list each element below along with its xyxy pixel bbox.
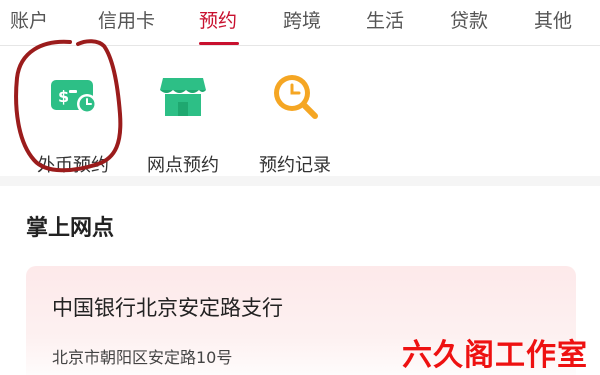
active-tab-indicator (199, 42, 239, 45)
section-title: 掌上网点 (26, 216, 115, 241)
top-tab-bar: 账户 信用卡 预约 跨境 生活 贷款 其他 (0, 0, 600, 46)
appointment-page: 账户 信用卡 预约 跨境 生活 贷款 其他 $ 外币预约 网点预约 预约记录 掌… (0, 0, 600, 375)
tab-cross-border[interactable]: 跨境 (283, 6, 321, 36)
tab-appointment[interactable]: 预约 (199, 6, 237, 36)
clock-search-icon (269, 70, 321, 122)
tab-others[interactable]: 其他 (534, 6, 572, 36)
tab-life[interactable]: 生活 (366, 6, 404, 36)
appointment-shortcuts: $ 外币预约 网点预约 预约记录 (0, 46, 600, 176)
branch-address: 北京市朝阳区安定路10号 (52, 348, 233, 367)
tab-credit-card[interactable]: 信用卡 (98, 6, 155, 36)
tab-loans[interactable]: 贷款 (450, 6, 488, 36)
tab-accounts[interactable]: 账户 (10, 6, 48, 36)
shortcut-label: 网点预约 (147, 155, 219, 176)
shortcut-label: 外币预约 (37, 155, 109, 176)
section-divider (0, 176, 600, 186)
svg-text:$: $ (58, 87, 69, 106)
branch-name: 中国银行北京安定路支行 (52, 296, 283, 320)
shortcut-label: 预约记录 (259, 155, 331, 176)
storefront-icon (157, 70, 209, 122)
watermark-text: 六久阁工作室 (402, 338, 588, 373)
currency-clock-icon: $ (47, 70, 99, 122)
